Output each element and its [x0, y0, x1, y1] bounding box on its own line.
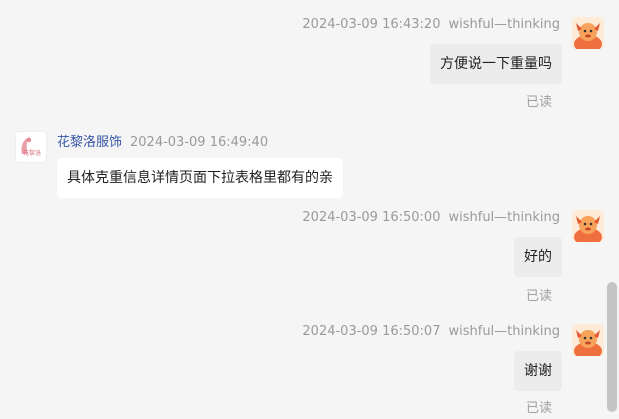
message-time: 2024-03-09 16:50:07	[302, 324, 441, 339]
read-status: 已读	[525, 289, 552, 304]
user-avatar[interactable]	[572, 324, 604, 356]
message-incoming: 花黎洛 花黎洛服饰 2024-03-09 16:49:40 具体克重信息详情页面下…	[0, 120, 619, 205]
cartoon-character-icon	[572, 210, 604, 242]
message-outgoing: 2024-03-09 16:50:00 wishful—thinking 好的 已…	[0, 195, 619, 305]
read-status: 已读	[525, 95, 552, 110]
sender-name: wishful—thinking	[448, 17, 560, 32]
cartoon-character-icon	[572, 17, 604, 49]
user-avatar[interactable]	[572, 210, 604, 242]
message-outgoing: 2024-03-09 16:50:07 wishful—thinking 谢谢 已…	[0, 309, 619, 419]
user-avatar[interactable]	[572, 17, 604, 49]
message-bubble[interactable]: 好的	[514, 237, 562, 277]
message-bubble[interactable]: 谢谢	[514, 351, 562, 391]
read-status: 已读	[525, 401, 552, 416]
scrollbar[interactable]	[607, 282, 617, 412]
message-time: 2024-03-09 16:43:20	[302, 17, 441, 32]
shop-avatar[interactable]: 花黎洛	[15, 131, 47, 163]
cartoon-character-icon	[572, 324, 604, 356]
shop-logo-text: 花黎洛	[23, 149, 41, 157]
message-meta: 花黎洛服饰 2024-03-09 16:49:40	[57, 131, 268, 150]
message-bubble[interactable]: 具体克重信息详情页面下拉表格里都有的亲	[57, 158, 343, 198]
message-time: 2024-03-09 16:50:00	[302, 210, 441, 225]
sender-name: wishful—thinking	[448, 210, 560, 225]
shop-logo-icon: 花黎洛	[16, 132, 46, 162]
message-meta: 2024-03-09 16:50:00 wishful—thinking	[302, 210, 560, 225]
message-meta: 2024-03-09 16:50:07 wishful—thinking	[302, 324, 560, 339]
message-outgoing: 2024-03-09 16:43:20 wishful—thinking 方便说一…	[0, 0, 619, 110]
message-bubble[interactable]: 方便说一下重量吗	[430, 44, 562, 84]
message-meta: 2024-03-09 16:43:20 wishful—thinking	[302, 17, 560, 32]
sender-name[interactable]: 花黎洛服饰	[57, 135, 122, 150]
sender-name: wishful—thinking	[448, 324, 560, 339]
message-time: 2024-03-09 16:49:40	[130, 135, 269, 150]
